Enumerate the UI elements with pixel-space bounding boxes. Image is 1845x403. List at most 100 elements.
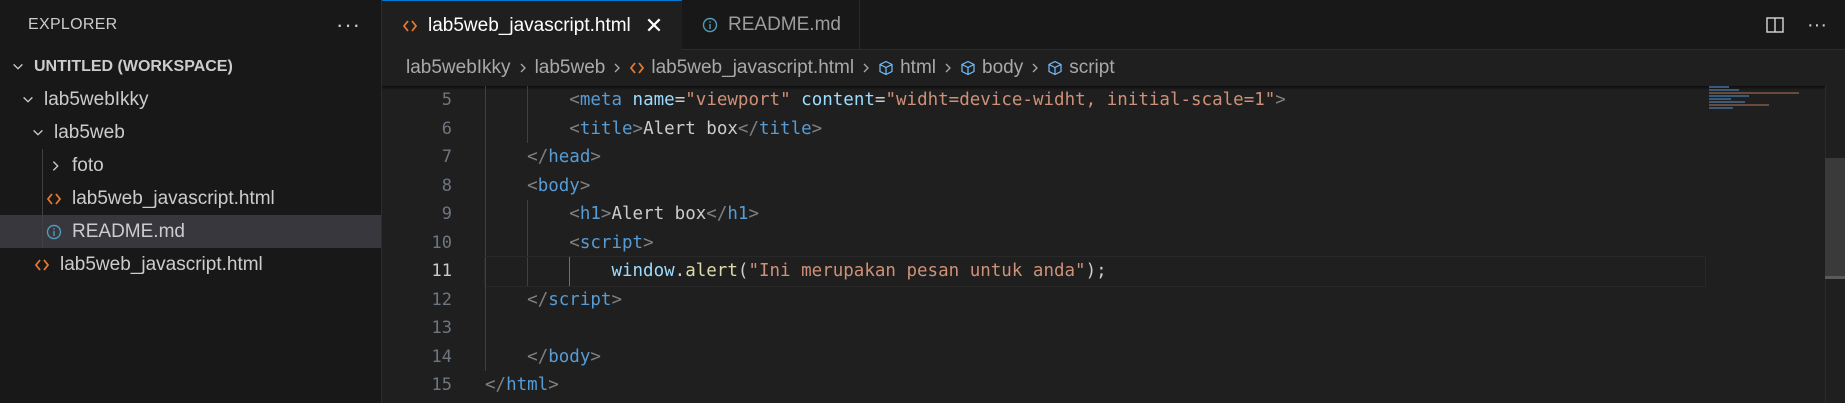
ellipsis-icon[interactable]: ··· (336, 12, 361, 38)
minimap[interactable] (1709, 86, 1819, 126)
minimap-line (1709, 89, 1739, 91)
code-line[interactable]: </script> (485, 285, 1705, 314)
line-number: 9 (441, 204, 452, 224)
code-line[interactable]: </body> (485, 342, 1705, 371)
tree-folder-lab5web[interactable]: lab5web (0, 116, 381, 149)
indent-guide-active (569, 257, 570, 286)
code-token: ( (737, 261, 749, 281)
code-line[interactable]: <h1>Alert box</h1> (485, 200, 1705, 229)
code-token: > (579, 175, 591, 196)
indent-guide (485, 257, 486, 286)
code-line[interactable]: <meta name="viewport" content="widht=dev… (485, 86, 1705, 115)
tab-readme[interactable]: README.md (682, 0, 860, 50)
indent-guide (485, 171, 486, 200)
split-editor-icon[interactable] (1765, 15, 1785, 35)
breadcrumb-file[interactable]: lab5web_javascript.html (629, 57, 854, 79)
breadcrumb-symbol-script[interactable]: script (1047, 57, 1115, 79)
tree-item-label: foto (72, 154, 104, 176)
line-number: 15 (431, 375, 452, 395)
scrollbar-thumb[interactable] (1825, 158, 1845, 278)
chevron-right-icon (517, 62, 529, 74)
tab-actions: ··· (1765, 0, 1827, 50)
code-token: > (632, 118, 644, 139)
code-token: html (506, 375, 549, 395)
minimap-line (1709, 98, 1731, 100)
code-token: </ (706, 204, 728, 224)
code-token: > (590, 147, 601, 167)
code-token: script (579, 232, 644, 253)
chevron-right-icon (942, 62, 954, 74)
code-token: h1 (579, 204, 601, 224)
code-editor[interactable]: 5 6 7 8 9 10 11 12 13 14 15 <meta name="… (382, 86, 1845, 403)
breadcrumb-symbol-body[interactable]: body (960, 57, 1023, 79)
breadcrumb-symbol-html[interactable]: html (878, 57, 936, 79)
minimap-line (1709, 101, 1745, 103)
code-token: Alert box (611, 204, 707, 224)
line-number-current: 11 (431, 261, 452, 281)
ellipsis-icon[interactable]: ··· (1807, 14, 1827, 37)
line-number: 14 (431, 346, 452, 367)
tree-folder-lab5webikky[interactable]: lab5webIkky (0, 83, 381, 116)
indent-guide (485, 200, 486, 229)
code-line[interactable] (485, 314, 1705, 343)
code-line[interactable]: </head> (485, 143, 1705, 172)
tab-lab5web-javascript[interactable]: lab5web_javascript.html ✕ (382, 0, 682, 50)
tree-file-html[interactable]: lab5web_javascript.html (0, 182, 381, 215)
line-number-gutter: 5 6 7 8 9 10 11 12 13 14 15 (382, 86, 452, 400)
breadcrumb-label: script (1069, 57, 1115, 78)
breadcrumb-item[interactable]: lab5web (535, 57, 606, 79)
code-line[interactable]: <body> (485, 171, 1705, 200)
code-token: > (600, 204, 612, 224)
html-icon (629, 60, 645, 76)
code-line[interactable]: <script> (485, 228, 1705, 257)
chevron-right-icon (860, 62, 872, 74)
code-token: h1 (727, 204, 749, 224)
code-token: </ (527, 346, 549, 367)
indent-guide (527, 228, 528, 257)
html-icon (402, 18, 418, 34)
tree-folder-foto[interactable]: foto (0, 149, 381, 182)
close-icon[interactable]: ✕ (645, 13, 663, 39)
code-token: meta (579, 90, 622, 110)
tree-file-html-root[interactable]: lab5web_javascript.html (0, 248, 381, 281)
indent-guide (527, 114, 528, 143)
explorer-title: EXPLORER (28, 16, 118, 33)
vertical-scrollbar[interactable] (1825, 86, 1845, 403)
code-token: </ (527, 289, 549, 310)
code-token: content (801, 90, 875, 110)
tree-file-readme[interactable]: README.md (0, 215, 381, 248)
scrollbar-cursor-marker (1825, 276, 1845, 279)
code-token: "Ini merupakan pesan untuk anda" (748, 261, 1086, 281)
code-token: < (527, 175, 538, 196)
minimap-line (1709, 86, 1729, 88)
code-token: > (590, 346, 601, 367)
indent-guide (485, 143, 486, 172)
minimap-line (1709, 107, 1733, 109)
code-token: . (674, 261, 686, 281)
chevron-right-icon (1029, 62, 1041, 74)
code-token: head (548, 147, 591, 167)
code-token: "viewport" (685, 90, 791, 110)
code-token: </ (737, 118, 759, 139)
chevron-down-icon (18, 93, 38, 107)
code-area[interactable]: <meta name="viewport" content="widht=dev… (484, 86, 1706, 400)
tree-item-label: README.md (72, 220, 185, 242)
code-line[interactable]: <title>Alert box</title> (485, 114, 1705, 143)
code-token: < (569, 232, 580, 253)
line-number: 8 (441, 175, 452, 196)
explorer-sidebar: EXPLORER ··· UNTITLED (WORKSPACE) lab5we… (0, 0, 382, 403)
info-icon (44, 224, 64, 240)
code-token: < (569, 118, 580, 139)
code-token: body (548, 346, 591, 367)
workspace-section[interactable]: UNTITLED (WORKSPACE) (0, 50, 381, 83)
html-icon (44, 191, 64, 207)
breadcrumb-item[interactable]: lab5webIkky (406, 57, 511, 79)
tree-item-label: lab5web_javascript.html (72, 187, 275, 209)
tab-label: README.md (728, 14, 841, 35)
code-token: </ (527, 147, 549, 167)
code-line-current[interactable]: window.alert("Ini merupakan pesan untuk … (484, 256, 1706, 287)
cube-icon (878, 60, 894, 76)
code-token: < (569, 90, 580, 110)
code-line[interactable]: </html> (485, 371, 1705, 400)
